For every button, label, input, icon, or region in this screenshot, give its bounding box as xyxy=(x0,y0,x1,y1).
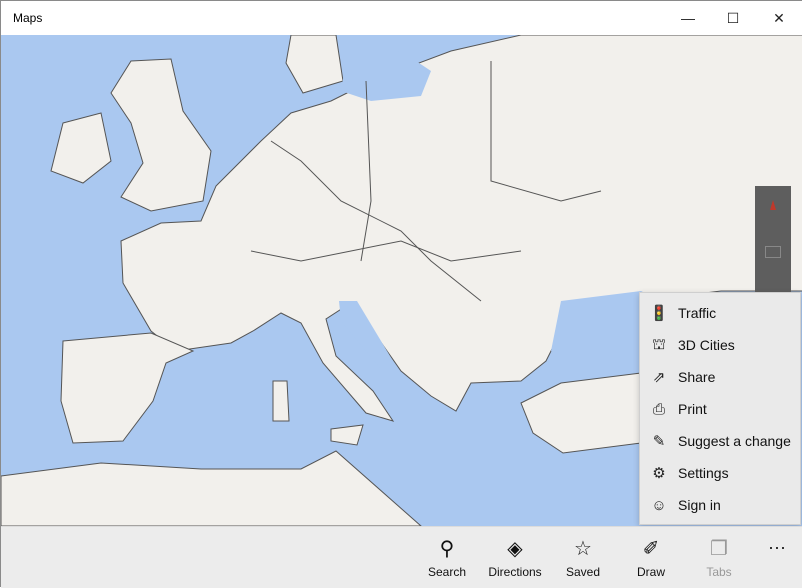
land-sicily xyxy=(330,424,364,446)
draw-icon: ✐ xyxy=(642,538,660,560)
maximize-button[interactable]: ☐ xyxy=(710,1,756,35)
menu-item-label: Suggest a change xyxy=(678,433,791,449)
directions-icon: ◈ xyxy=(507,538,523,560)
menu-item-sign-in[interactable]: ☺ Sign in xyxy=(640,489,800,521)
land-turkey xyxy=(520,372,642,454)
menu-item-share[interactable]: ⇗ Share xyxy=(640,361,800,393)
compass-icon[interactable] xyxy=(770,200,776,210)
map-controls xyxy=(755,186,791,301)
toolbar-label: Tabs xyxy=(706,565,732,579)
more-options-menu: 🚦 Traffic ⛫ 3D Cities ⇗ Share ⎙ Print ✎ Sugge… xyxy=(639,292,801,525)
menu-item-label: Sign in xyxy=(678,497,721,513)
land-north-africa xyxy=(1,450,422,526)
tabs-button[interactable]: ❐ Tabs xyxy=(695,527,743,587)
search-button[interactable]: ⚲ Search xyxy=(423,527,471,587)
search-icon: ⚲ xyxy=(439,538,455,560)
toolbar-label: Search xyxy=(427,565,467,579)
settings-icon: ⚙ xyxy=(652,465,666,482)
suggest-change-icon: ✎ xyxy=(652,433,666,450)
menu-item-suggest-change[interactable]: ✎ Suggest a change xyxy=(640,425,800,457)
menu-item-label: Traffic xyxy=(678,305,717,321)
menu-item-label: Print xyxy=(678,401,707,417)
draw-button[interactable]: ✐ Draw xyxy=(627,527,675,587)
menu-item-label: Settings xyxy=(678,465,729,481)
menu-item-traffic[interactable]: 🚦 Traffic xyxy=(640,297,800,329)
3d-cities-icon: ⛫ xyxy=(652,335,666,353)
share-icon: ⇗ xyxy=(652,369,666,386)
traffic-light-icon: 🚦 xyxy=(649,305,669,322)
title-bar: Maps — ☐ ✕ xyxy=(1,1,802,35)
land-sardinia xyxy=(272,380,290,422)
3d-grid-icon[interactable] xyxy=(765,246,781,258)
sign-in-icon: ☺ xyxy=(651,496,667,514)
directions-button[interactable]: ◈ Directions xyxy=(485,527,545,587)
minimize-button[interactable]: — xyxy=(665,1,711,35)
land-ireland xyxy=(50,112,112,184)
saved-button[interactable]: ☆ Saved xyxy=(559,527,607,587)
menu-item-label: Share xyxy=(678,369,716,385)
menu-item-label: 3D Cities xyxy=(678,337,735,353)
menu-item-settings[interactable]: ⚙ Settings xyxy=(640,457,800,489)
close-button[interactable]: ✕ xyxy=(756,1,802,35)
land-iberia xyxy=(60,332,195,444)
print-icon: ⎙ xyxy=(652,400,665,418)
toolbar-label: Directions xyxy=(488,565,542,579)
bottom-toolbar: ⚲ Search ◈ Directions ☆ Saved ✐ Draw ❐ Tabs ·… xyxy=(1,526,802,588)
land-scandinavia xyxy=(285,35,344,94)
toolbar-label: Saved xyxy=(565,565,601,579)
menu-item-3d-cities[interactable]: ⛫ 3D Cities xyxy=(640,329,800,361)
toolbar-label: Draw xyxy=(636,565,665,579)
tabs-icon: ❐ xyxy=(710,538,728,560)
more-button[interactable]: ··· xyxy=(759,527,795,587)
baltic-sea xyxy=(341,51,431,101)
menu-item-print[interactable]: ⎙ Print xyxy=(640,393,800,425)
window-title: Maps xyxy=(13,11,43,25)
land-britain xyxy=(110,58,212,212)
saved-icon: ☆ xyxy=(574,538,592,560)
